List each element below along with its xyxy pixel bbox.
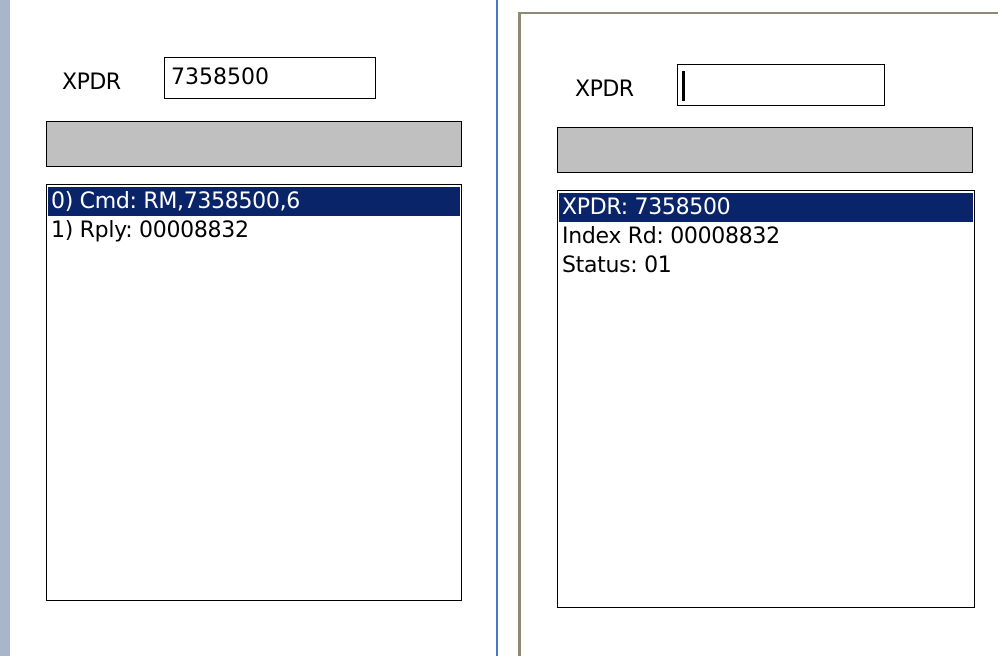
- status-bar: [46, 121, 462, 167]
- status-bar: [557, 127, 973, 173]
- list-item[interactable]: XPDR: 7358500: [559, 193, 973, 222]
- result-listbox[interactable]: 0) Cmd: RM,7358500,6 1) Rply: 00008832: [46, 184, 462, 601]
- list-item[interactable]: 0) Cmd: RM,7358500,6: [48, 187, 460, 216]
- list-item[interactable]: Status: 01: [559, 251, 973, 280]
- xpdr-label: XPDR: [62, 70, 121, 95]
- list-item[interactable]: Index Rd: 00008832: [559, 222, 973, 251]
- text-cursor: [682, 71, 685, 101]
- xpdr-input[interactable]: 7358500: [164, 57, 376, 99]
- result-listbox[interactable]: XPDR: 7358500 Index Rd: 00008832 Status:…: [557, 190, 975, 608]
- xpdr-label: XPDR: [575, 77, 634, 102]
- left-panel: XPDR 7358500 0) Cmd: RM,7358500,6 1) Rpl…: [0, 0, 498, 656]
- right-panel: XPDR XPDR: 7358500 Index Rd: 00008832 St…: [518, 12, 998, 656]
- xpdr-input[interactable]: [677, 64, 885, 106]
- list-item[interactable]: 1) Rply: 00008832: [48, 216, 460, 245]
